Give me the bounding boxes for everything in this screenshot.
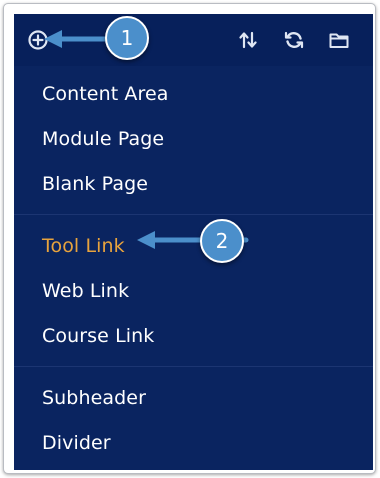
callout-badge-1: 1 xyxy=(105,16,149,60)
callout-arrow-1 xyxy=(44,30,249,249)
screenshot-frame: Content Area Module Page Blank Page Tool… xyxy=(3,3,376,474)
callout-badge-2: 2 xyxy=(200,219,244,263)
